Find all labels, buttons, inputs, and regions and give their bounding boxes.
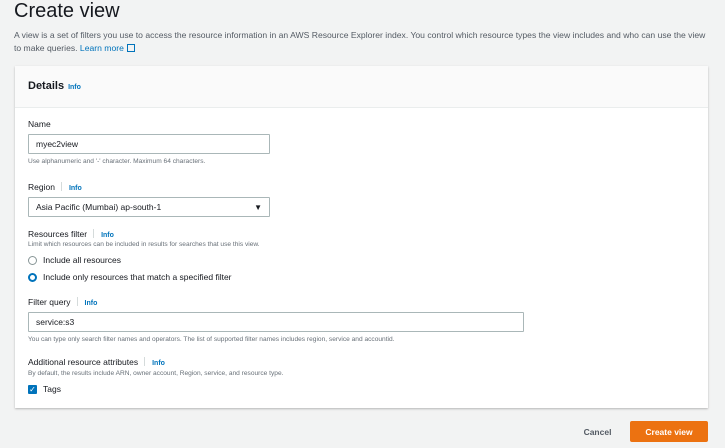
radio-icon [28,255,37,265]
filter-query-hint: You can type only search filter names an… [28,336,395,343]
additional-attributes-label: Additional resource attributes Info [28,357,165,367]
name-hint: Use alphanumeric and '-' character. Maxi… [28,158,206,165]
region-select[interactable]: Asia Pacific (Mumbai) ap-south-1 ▼ [28,197,270,217]
radio-selected-icon [28,272,37,282]
additional-attributes-info-link[interactable]: Info [152,360,165,367]
radio-include-filtered[interactable]: Include only resources that match a spec… [28,272,232,282]
filter-query-input[interactable]: service:s3 [28,312,524,332]
filter-query-label: Filter query Info [28,297,98,307]
cancel-button[interactable]: Cancel [575,421,620,442]
name-label: Name [28,119,51,129]
region-info-link[interactable]: Info [69,185,82,192]
resources-filter-info-link[interactable]: Info [101,232,114,239]
filter-query-info-link[interactable]: Info [85,300,98,307]
details-panel: Details Info Name myec2view Use alphanume… [15,66,708,408]
external-link-icon [126,44,135,52]
caret-down-icon: ▼ [254,202,262,212]
panel-header: Details Info [15,66,708,108]
page-description: A view is a set of filters you use to ac… [14,30,706,53]
resources-filter-hint: Limit which resources can be included in… [28,241,260,248]
name-input[interactable]: myec2view [28,134,270,154]
checkbox-checked-icon: ✓ [28,384,37,394]
create-view-button[interactable]: Create view [630,421,708,442]
region-label: Region Info [28,182,82,192]
page-title: Create view [14,0,120,22]
additional-attributes-hint: By default, the results include ARN, own… [28,370,284,377]
resources-filter-label: Resources filter Info [28,229,114,239]
tags-checkbox[interactable]: ✓ Tags [28,384,61,394]
radio-include-all[interactable]: Include all resources [28,255,121,265]
learn-more-link[interactable]: Learn more [80,43,135,53]
panel-title: Details [28,80,65,92]
details-info-link[interactable]: Info [68,84,81,91]
